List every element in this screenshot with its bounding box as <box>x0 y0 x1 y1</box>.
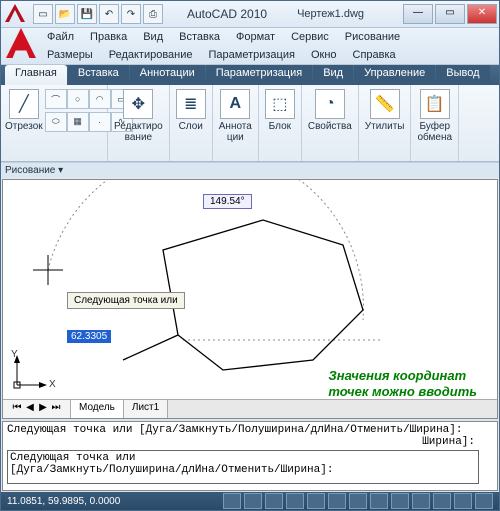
qat-redo[interactable]: ↷ <box>121 4 141 24</box>
clipboard-label: Буфер обмена <box>417 121 452 143</box>
menubar: Файл Правка Вид Вставка Формат Сервис Ри… <box>1 28 499 65</box>
utilities-label: Утилиты <box>365 121 405 132</box>
status-lwt[interactable] <box>370 493 388 509</box>
ellipse-tool[interactable]: ⬭ <box>45 112 67 132</box>
menu-insert[interactable]: Вставка <box>173 30 226 44</box>
ribbon: ╱ Отрезок ⌒ ○ ◠ ▭ ⬭ ▦ · ∿ ✥ Редактиро ва… <box>1 85 499 162</box>
menu-help[interactable]: Справка <box>347 48 402 62</box>
line-tool-icon[interactable]: ╱ <box>9 89 39 119</box>
app-logo-icon <box>5 4 25 24</box>
minimize-button[interactable]: — <box>403 4 433 24</box>
command-input[interactable]: Следующая точка или [Дуга/Замкнуть/Полуш… <box>7 450 479 484</box>
menu-file[interactable]: Файл <box>41 30 80 44</box>
document-name: Чертеж1.dwg <box>297 8 364 20</box>
tab-home[interactable]: Главная <box>5 65 67 85</box>
status-qp[interactable] <box>433 493 451 509</box>
layout-tabs: ⏮ ◀ ▶ ⏭ Модель Лист1 <box>3 399 497 418</box>
properties-label: Свойства <box>308 121 352 132</box>
status-osnap[interactable] <box>307 493 325 509</box>
menu-window[interactable]: Окно <box>305 48 343 62</box>
tab-manage[interactable]: Управление <box>354 65 435 85</box>
coordinate-display: 11.0851, 59.9895, 0.0000 <box>7 496 120 507</box>
annotations-icon[interactable]: A <box>220 89 250 119</box>
dynamic-angle-display: 149.54° <box>203 194 252 209</box>
polyline-tool[interactable]: ⌒ <box>45 89 67 109</box>
status-polar[interactable] <box>286 493 304 509</box>
maximize-button[interactable]: ▭ <box>435 4 465 24</box>
menu-view[interactable]: Вид <box>137 30 169 44</box>
modify-icon[interactable]: ✥ <box>123 89 153 119</box>
hatch-tool[interactable]: ▦ <box>67 112 89 132</box>
tab-output[interactable]: Вывод <box>436 65 489 85</box>
annotations-label: Аннота ции <box>219 121 252 143</box>
utilities-icon[interactable]: 📏 <box>370 89 400 119</box>
clipboard-icon[interactable]: 📋 <box>420 89 450 119</box>
modify-label: Редактиро вание <box>114 121 163 143</box>
sheet1-tab[interactable]: Лист1 <box>124 400 168 418</box>
qat-new[interactable]: ▭ <box>33 4 53 24</box>
tab-nav-first[interactable]: ⏮ <box>11 402 23 416</box>
quick-access-toolbar: ▭ 📂 💾 ↶ ↷ ⎙ <box>33 4 163 24</box>
status-ortho[interactable] <box>265 493 283 509</box>
menu-draw[interactable]: Рисование <box>339 30 406 44</box>
status-grid[interactable] <box>244 493 262 509</box>
ribbon-tabs: Главная Вставка Аннотации Параметризация… <box>1 65 499 85</box>
menu-editing[interactable]: Редактирование <box>103 48 199 62</box>
draw-panel-caption[interactable]: Рисование ▾ <box>1 162 499 178</box>
model-tab[interactable]: Модель <box>71 400 124 418</box>
qat-open[interactable]: 📂 <box>55 4 75 24</box>
layers-label: Слои <box>179 121 203 132</box>
layers-icon[interactable]: ≣ <box>176 89 206 119</box>
menu-edit[interactable]: Правка <box>84 30 133 44</box>
status-otrack[interactable] <box>328 493 346 509</box>
tab-insert[interactable]: Вставка <box>68 65 129 85</box>
tab-nav-last[interactable]: ⏭ <box>50 402 62 416</box>
command-history-line2: Ширина]: <box>7 436 493 448</box>
menu-service[interactable]: Сервис <box>285 30 335 44</box>
tab-view[interactable]: Вид <box>313 65 353 85</box>
status-dyn[interactable] <box>349 493 367 509</box>
command-history-line: Следующая точка или [Дуга/Замкнуть/Полуш… <box>7 424 493 436</box>
block-icon[interactable]: ⬚ <box>265 89 295 119</box>
statusbar: 11.0851, 59.9895, 0.0000 <box>1 492 499 510</box>
circle-tool[interactable]: ○ <box>67 89 89 109</box>
status-ws[interactable] <box>475 493 493 509</box>
tab-annotation[interactable]: Аннотации <box>130 65 205 85</box>
dynamic-distance-input[interactable]: 62.3305 <box>67 330 111 343</box>
block-label: Блок <box>269 121 291 132</box>
status-grid2[interactable] <box>412 493 430 509</box>
status-model[interactable] <box>391 493 409 509</box>
qat-print[interactable]: ⎙ <box>143 4 163 24</box>
drawing-canvas[interactable]: 149.54° Следующая точка или 62.3305 Знач… <box>2 179 498 419</box>
ucs-icon: Y X <box>9 353 49 396</box>
tab-nav-prev[interactable]: ◀ <box>24 402 36 416</box>
status-snap[interactable] <box>223 493 241 509</box>
command-line-area[interactable]: Следующая точка или [Дуга/Замкнуть/Полуш… <box>2 421 498 491</box>
qat-undo[interactable]: ↶ <box>99 4 119 24</box>
menu-parametrization[interactable]: Параметризация <box>203 48 301 62</box>
tab-nav-next[interactable]: ▶ <box>37 402 49 416</box>
menu-dimensions[interactable]: Размеры <box>41 48 99 62</box>
dynamic-prompt-tooltip: Следующая точка или <box>67 292 185 309</box>
tab-parametrization[interactable]: Параметризация <box>206 65 312 85</box>
app-title: AutoCAD 2010 <box>187 7 267 21</box>
menu-format[interactable]: Формат <box>230 30 281 44</box>
properties-icon[interactable]: ◔ <box>315 89 345 119</box>
close-button[interactable]: ✕ <box>467 4 497 24</box>
qat-save[interactable]: 💾 <box>77 4 97 24</box>
line-tool-label: Отрезок <box>5 121 43 132</box>
status-ann[interactable] <box>454 493 472 509</box>
